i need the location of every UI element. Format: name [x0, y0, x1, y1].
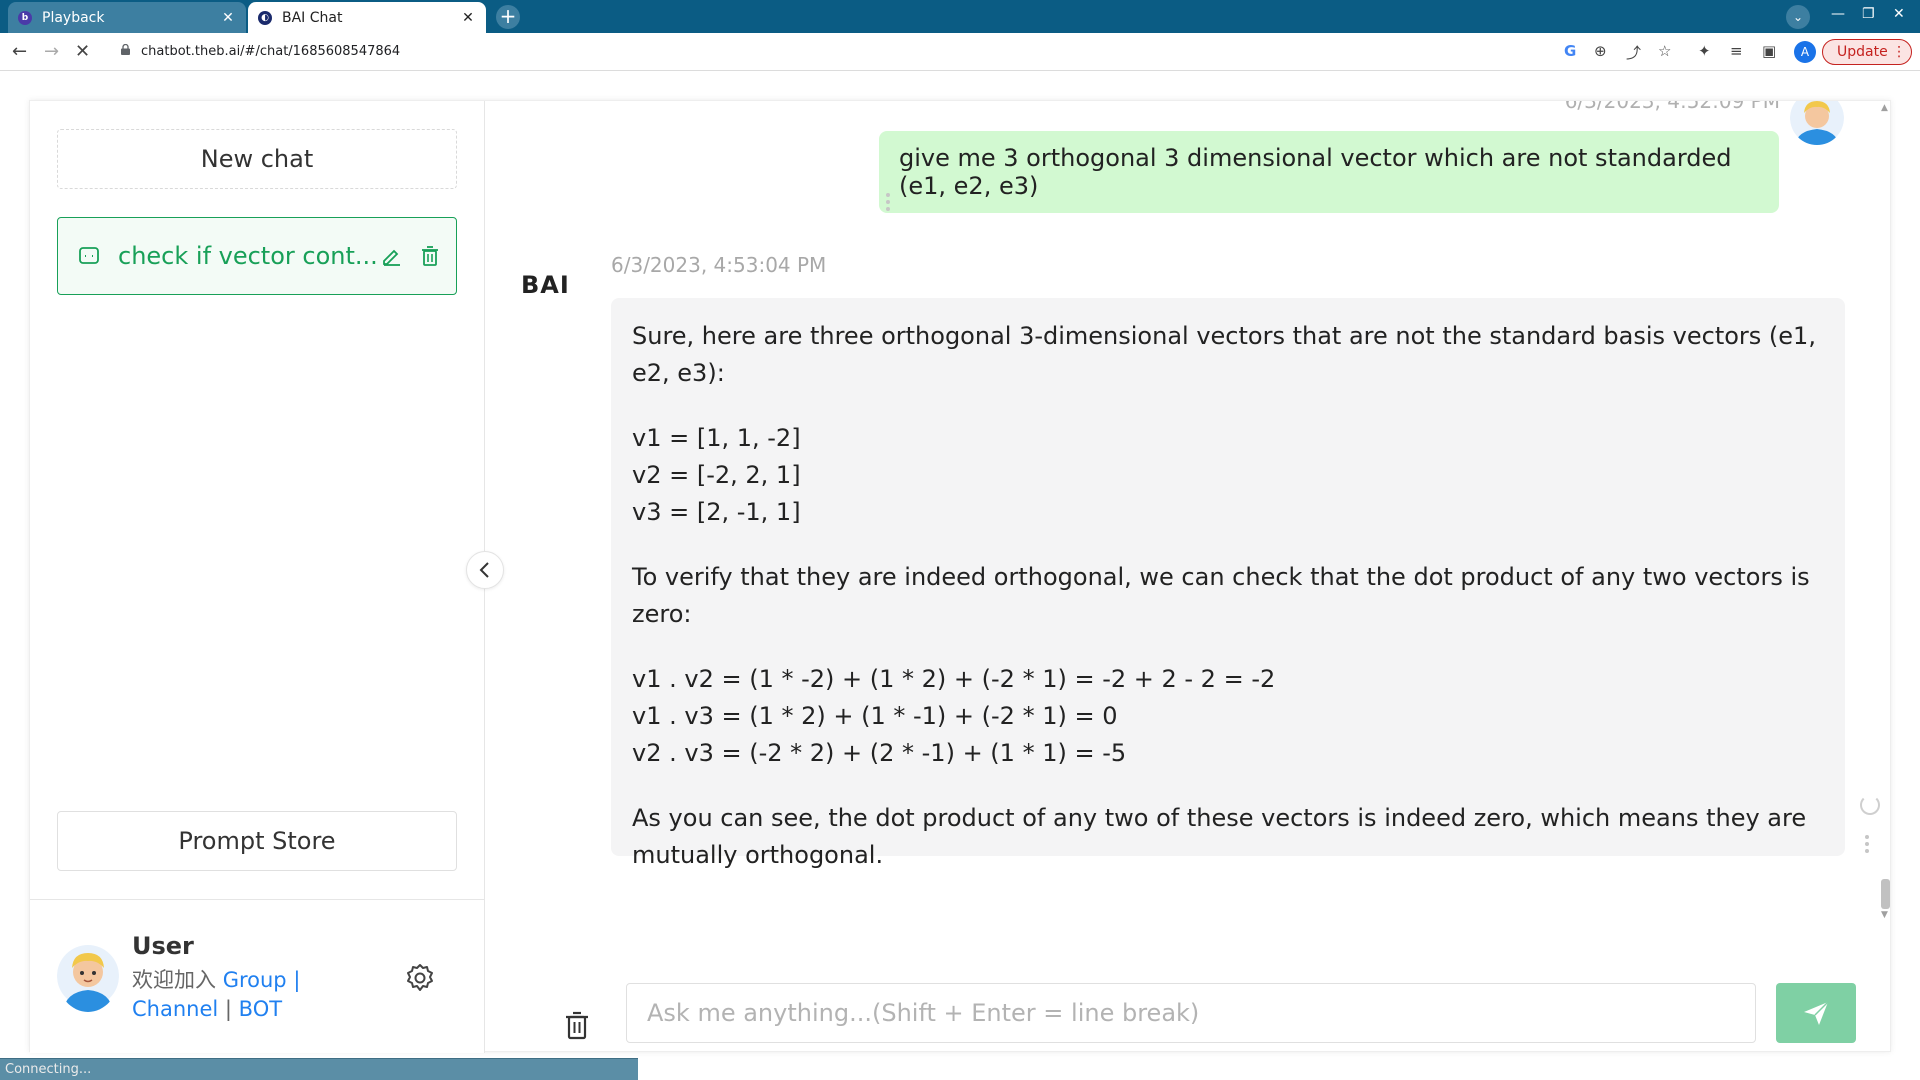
tab-title: BAI Chat — [282, 9, 343, 26]
playback-favicon-icon: b — [18, 10, 32, 25]
new-chat-button[interactable]: New chat — [57, 129, 457, 189]
zoom-icon[interactable]: ⊕ — [1594, 42, 1607, 60]
chat-bubble-icon — [79, 247, 99, 264]
link-separator: | — [293, 968, 301, 992]
bot-message-bubble: Sure, here are three orthogonal 3-dimens… — [611, 298, 1845, 869]
message-timestamp: 6/3/2023, 4:53:04 PM — [611, 253, 827, 277]
app-container: New chat check if vector cont... Prompt … — [29, 100, 1892, 1053]
channel-link[interactable]: Channel — [132, 997, 218, 1021]
status-bar: Connecting... — [0, 1058, 638, 1080]
vector-list: v1 = [1, 1, -2] v2 = [-2, 2, 1] v3 = [2,… — [632, 420, 1824, 531]
update-label: Update — [1837, 44, 1888, 60]
scrollbar-thumb[interactable] — [1881, 879, 1890, 909]
window-close-icon[interactable]: ✕ — [1893, 6, 1905, 22]
sidebar-chat-item[interactable]: check if vector cont... — [57, 217, 457, 295]
user-welcome-links: 欢迎加入 Group | Channel | BOT — [132, 966, 392, 1024]
url-field[interactable]: chatbot.theb.ai/#/chat/1685608547864 — [141, 44, 400, 59]
message-timestamp: 6/3/2023, 4:52:09 PM — [1564, 101, 1780, 113]
more-options-icon[interactable] — [1865, 835, 1871, 856]
side-panel-icon[interactable]: ▣ — [1762, 42, 1776, 60]
prompt-store-button[interactable]: Prompt Store — [57, 811, 457, 871]
delete-icon[interactable] — [418, 244, 442, 268]
lock-icon — [121, 44, 130, 55]
welcome-text: 欢迎加入 — [132, 968, 216, 992]
bot-verify-text: To verify that they are indeed orthogona… — [632, 563, 1810, 628]
list-item: v2 . v3 = (-2 * 2) + (2 * -1) + (1 * 1) … — [632, 739, 1127, 767]
address-bar: ← → ✕ chatbot.theb.ai/#/chat/16856085478… — [0, 33, 1920, 71]
bai-logo: BAI — [521, 271, 570, 299]
tab-search-icon[interactable]: ⌄ — [1786, 5, 1810, 29]
new-tab-button[interactable]: + — [496, 5, 520, 29]
scroll-up-icon[interactable]: ▲ — [1881, 103, 1888, 113]
tab-title: Playback — [42, 9, 105, 26]
avatar — [1790, 101, 1844, 145]
bookmark-star-icon[interactable]: ☆ — [1658, 42, 1671, 60]
group-link[interactable]: Group — [223, 968, 287, 992]
gear-icon[interactable] — [404, 962, 436, 994]
reading-list-icon[interactable]: ≡ — [1730, 42, 1743, 60]
sidebar-user-panel: User 欢迎加入 Group | Channel | BOT — [30, 899, 485, 1053]
minimize-icon[interactable]: — — [1831, 6, 1845, 22]
chat-panel: 6/3/2023, 4:52:09 PM give me 3 orthogona… — [486, 101, 1892, 1053]
list-item: v3 = [2, -1, 1] — [632, 498, 801, 526]
clear-chat-trash-icon[interactable] — [562, 1009, 592, 1041]
forward-icon[interactable]: → — [44, 41, 59, 62]
close-icon[interactable]: ✕ — [220, 10, 236, 26]
back-icon[interactable]: ← — [12, 41, 27, 62]
list-item: v1 . v3 = (1 * 2) + (1 * -1) + (-2 * 1) … — [632, 702, 1118, 730]
restore-icon[interactable]: ❐ — [1862, 6, 1875, 22]
user-message-bubble: give me 3 orthogonal 3 dimensional vecto… — [879, 131, 1779, 213]
avatar[interactable] — [57, 940, 119, 1012]
share-icon[interactable]: ⤴ — [1626, 42, 1641, 63]
extensions-icon[interactable]: ✦ — [1698, 42, 1711, 60]
loading-spinner-icon — [1860, 795, 1880, 815]
browser-tab-bar: b Playback ✕ ◐ BAI Chat ✕ + ⌄ — ❐ ✕ — [0, 0, 1920, 33]
send-icon — [1804, 1001, 1829, 1025]
link-separator: | — [224, 997, 232, 1021]
close-icon[interactable]: ✕ — [460, 10, 476, 26]
send-button[interactable] — [1776, 983, 1856, 1043]
profile-avatar[interactable]: A — [1794, 41, 1816, 63]
stop-loading-icon[interactable]: ✕ — [75, 41, 90, 62]
edit-icon[interactable] — [380, 244, 404, 268]
tab-bai-chat[interactable]: ◐ BAI Chat ✕ — [248, 2, 486, 33]
update-button[interactable]: Update ⋮ — [1822, 39, 1912, 65]
chat-input[interactable] — [626, 983, 1756, 1043]
chat-input-row — [486, 959, 1892, 1053]
chat-item-title: check if vector cont... — [118, 242, 378, 270]
user-name: User — [132, 932, 194, 960]
sidebar: New chat check if vector cont... Prompt … — [30, 101, 485, 1053]
list-item: v1 . v2 = (1 * -2) + (1 * 2) + (-2 * 1) … — [632, 665, 1276, 693]
google-icon[interactable]: G — [1564, 42, 1576, 60]
bot-conclusion-text: As you can see, the dot product of any t… — [632, 804, 1807, 869]
more-options-icon[interactable] — [886, 193, 892, 214]
tab-playback[interactable]: b Playback ✕ — [8, 2, 246, 33]
scroll-down-icon[interactable]: ▼ — [1881, 910, 1888, 920]
dot-product-list: v1 . v2 = (1 * -2) + (1 * 2) + (-2 * 1) … — [632, 661, 1824, 772]
list-item: v2 = [-2, 2, 1] — [632, 461, 801, 489]
bot-intro-text: Sure, here are three orthogonal 3-dimens… — [632, 322, 1816, 387]
bot-link[interactable]: BOT — [239, 997, 282, 1021]
bai-favicon-icon: ◐ — [258, 10, 272, 25]
list-item: v1 = [1, 1, -2] — [632, 424, 801, 452]
